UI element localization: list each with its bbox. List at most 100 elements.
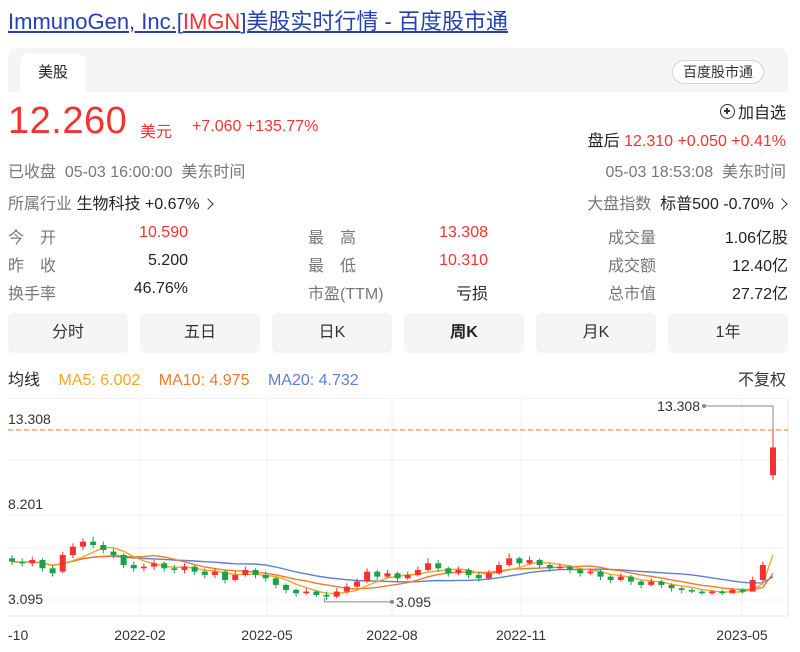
ma-legend: 均线 MA5: 6.002 MA10: 4.975 MA20: 4.732: [8, 366, 373, 390]
stat-label: 成交量: [608, 230, 657, 247]
period-button[interactable]: 1年: [668, 313, 788, 353]
stat-value: 亏损: [455, 286, 488, 303]
tab-us-stocks[interactable]: 美股: [20, 54, 86, 92]
kline-chart[interactable]: 13.308 8.201 3.095 -10 2022-02 2022-05 2022-08…: [0, 398, 800, 652]
candle-body: [627, 576, 634, 582]
y-tick-label: 3.095: [8, 591, 43, 607]
candle-body: [506, 558, 513, 565]
candle-body: [496, 564, 503, 574]
x-tick-label: 2022-05: [241, 627, 293, 643]
candle-body: [293, 589, 300, 594]
candle-body: [425, 563, 432, 570]
candle-body: [353, 581, 360, 587]
candle-body: [100, 544, 107, 550]
candle-body: [343, 586, 350, 592]
ma-label: 均线: [8, 372, 41, 389]
candle-body: [232, 574, 239, 580]
x-tick-label: 2023-05: [716, 627, 768, 643]
candle-body: [759, 564, 766, 580]
candle-body: [577, 569, 584, 574]
industry-link[interactable]: 所属行业 生物科技 +0.67%: [8, 190, 214, 214]
adjust-toggle[interactable]: 不复权: [738, 366, 786, 390]
candle-body: [282, 584, 289, 590]
chevron-right-icon: [201, 198, 214, 210]
candle-body: [648, 581, 655, 585]
stat-value: 10.590: [139, 224, 188, 241]
ma10-value: MA10: 4.975: [158, 372, 250, 389]
max-annotation-dot: [702, 404, 706, 408]
candle-body: [455, 569, 462, 574]
ma20-value: MA20: 4.732: [267, 372, 359, 389]
x-tick-label: 2022-02: [114, 627, 166, 643]
candle-body: [546, 564, 553, 569]
candle-body: [475, 574, 482, 579]
candle-body: [130, 564, 137, 569]
candle-body: [374, 571, 381, 577]
candle-body: [749, 579, 756, 592]
period-button[interactable]: 月K: [536, 313, 656, 353]
candle-body: [364, 571, 371, 582]
market-index-link[interactable]: 大盘指数 标普500 -0.70%: [587, 190, 788, 214]
candle-body: [211, 571, 218, 575]
period-button[interactable]: 分时: [8, 313, 128, 353]
candle-body: [69, 546, 76, 555]
stat-label: 总市值: [608, 286, 657, 303]
stat-label: 换手率: [8, 286, 57, 303]
y-tick-label: 13.308: [8, 411, 51, 427]
add-watchlist-label: 加自选: [737, 105, 786, 122]
ticker-symbol[interactable]: IMGN: [183, 9, 240, 34]
stat-label: 最 低: [308, 258, 357, 275]
candle-body: [201, 571, 208, 575]
candle-body: [9, 558, 15, 562]
stat-label: 市盈(TTM): [308, 286, 384, 303]
candle-body: [658, 581, 665, 585]
stat-value: 27.72亿: [731, 286, 788, 303]
add-watchlist-button[interactable]: 加自选: [719, 99, 786, 123]
stat-value: 5.200: [147, 252, 188, 269]
candle-body: [29, 559, 36, 564]
candle-body: [59, 554, 66, 572]
candle-body: [191, 566, 198, 572]
candle-body: [262, 574, 269, 579]
y-tick-label: 8.201: [8, 496, 43, 512]
stat-label: 昨 收: [8, 258, 57, 275]
x-tick-label: 2022-11: [496, 627, 547, 643]
candle-body: [698, 591, 705, 594]
max-price-label: 13.308: [657, 398, 700, 414]
candle-body: [668, 584, 675, 589]
min-price-label: 3.095: [396, 594, 431, 610]
candle-body: [638, 581, 645, 585]
stat-value: 13.308: [439, 224, 488, 241]
candle-body: [587, 571, 594, 574]
industry-value: 生物科技 +0.67%: [76, 196, 200, 213]
candle-body: [384, 573, 391, 577]
after-hours-label: 盘后: [587, 133, 620, 150]
index-label: 大盘指数: [587, 196, 652, 213]
index-value: 标普500 -0.70%: [660, 196, 774, 213]
after-hours-quote: 盘后 12.310 +0.050 +0.41%: [588, 127, 786, 151]
candle-body: [151, 563, 158, 567]
stat-value: 10.310: [439, 252, 488, 269]
candle-body: [597, 571, 604, 577]
current-price: 12.260: [8, 100, 128, 142]
period-button[interactable]: 五日: [140, 313, 260, 353]
candle-body: [729, 589, 736, 594]
candle-body: [445, 568, 452, 574]
candle-body: [313, 591, 320, 595]
candle-body: [80, 541, 87, 547]
candle-body: [90, 541, 97, 545]
period-button[interactable]: 日K: [272, 313, 392, 353]
stat-label: 今 开: [8, 230, 57, 247]
brand-button[interactable]: 百度股市通: [672, 60, 764, 84]
period-button-active[interactable]: 周K: [404, 313, 524, 353]
candle-body: [39, 559, 46, 569]
candle-body: [435, 563, 442, 569]
candle-body: [414, 569, 421, 575]
page-title[interactable]: ImmunoGen, Inc.[IMGN]美股实时行情 - 百度股市通: [8, 4, 508, 36]
candle-body: [607, 576, 614, 580]
x-tick-label: -10: [8, 627, 28, 643]
candle-body: [222, 571, 229, 580]
candle-body: [49, 568, 56, 574]
after-hours-values: 12.310 +0.050 +0.41%: [624, 133, 786, 150]
stat-label: 成交额: [608, 258, 657, 275]
